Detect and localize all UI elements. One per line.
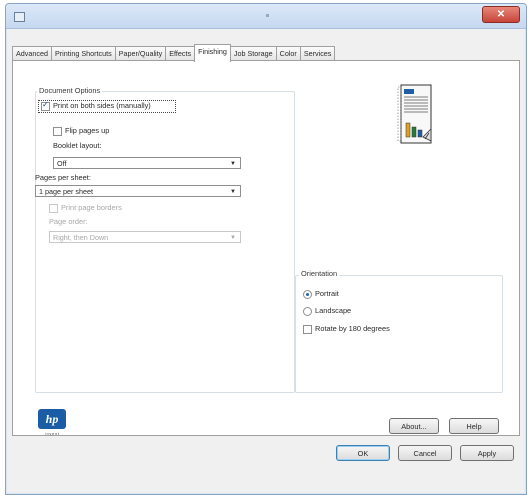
- print-page-borders-label: Print page borders: [61, 203, 122, 212]
- chevron-down-icon: ▼: [230, 161, 236, 167]
- portrait-label: Portrait: [315, 289, 339, 298]
- portrait-radio[interactable]: [303, 290, 312, 299]
- tab-advanced[interactable]: Advanced: [12, 46, 52, 61]
- pages-per-sheet-value: 1 page per sheet: [39, 187, 93, 196]
- orientation-label: Orientation: [299, 269, 340, 278]
- title-bar: ✕: [6, 4, 526, 29]
- print-both-sides-checkbox[interactable]: [41, 100, 50, 111]
- flip-pages-up-label: Flip pages up: [65, 126, 110, 135]
- hp-logo-icon: hp i n v e n t: [38, 409, 66, 436]
- finishing-panel: Document Options Print on both sides (ma…: [12, 60, 520, 436]
- page-order-select[interactable]: Right, then Down ▼: [49, 231, 241, 243]
- page-order-value: Right, then Down: [53, 233, 109, 242]
- close-icon: ✕: [496, 9, 506, 20]
- chevron-down-icon: ▼: [230, 189, 236, 195]
- landscape-label: Landscape: [315, 306, 352, 315]
- cancel-button[interactable]: Cancel: [398, 445, 452, 461]
- tab-paper-quality[interactable]: Paper/Quality: [114, 46, 167, 61]
- print-page-borders-checkbox[interactable]: [49, 204, 58, 213]
- pages-per-sheet-select[interactable]: 1 page per sheet ▼: [35, 185, 241, 197]
- tab-finishing[interactable]: Finishing: [194, 44, 231, 62]
- tab-job-storage[interactable]: Job Storage: [229, 46, 277, 61]
- tab-printing-shortcuts[interactable]: Printing Shortcuts: [50, 46, 116, 61]
- chevron-down-icon: ▼: [230, 235, 236, 241]
- landscape-radio[interactable]: [303, 307, 312, 316]
- page-order-label: Page order:: [49, 217, 88, 226]
- tab-effects[interactable]: Effects: [165, 46, 196, 61]
- about-button[interactable]: About...: [389, 418, 439, 434]
- title-bar-marker: [266, 14, 269, 17]
- booklet-layout-label: Booklet layout:: [53, 141, 102, 150]
- hp-logo-tagline: i n v e n t: [45, 432, 59, 436]
- help-button[interactable]: Help: [449, 418, 499, 434]
- close-button[interactable]: ✕: [482, 6, 520, 23]
- document-options-label: Document Options: [37, 86, 103, 95]
- tab-services[interactable]: Services: [299, 46, 336, 61]
- printer-properties-dialog: ✕ Advanced Printing Shortcuts Paper/Qual…: [5, 3, 527, 495]
- tab-strip: Advanced Printing Shortcuts Paper/Qualit…: [12, 44, 336, 62]
- rotate-180-checkbox[interactable]: [303, 325, 312, 334]
- booklet-layout-select[interactable]: Off ▼: [53, 157, 241, 169]
- hp-logo-text: hp: [46, 412, 59, 426]
- print-both-sides-label: Print on both sides (manually): [53, 101, 151, 110]
- page-preview-icon: [397, 84, 432, 144]
- printer-icon: [14, 12, 25, 22]
- flip-pages-up-checkbox[interactable]: [53, 127, 62, 136]
- ok-button[interactable]: OK: [336, 445, 390, 461]
- booklet-layout-value: Off: [57, 159, 67, 168]
- apply-button[interactable]: Apply: [460, 445, 514, 461]
- tab-color[interactable]: Color: [275, 46, 301, 61]
- rotate-180-label: Rotate by 180 degrees: [315, 324, 390, 333]
- pages-per-sheet-label: Pages per sheet:: [35, 173, 91, 182]
